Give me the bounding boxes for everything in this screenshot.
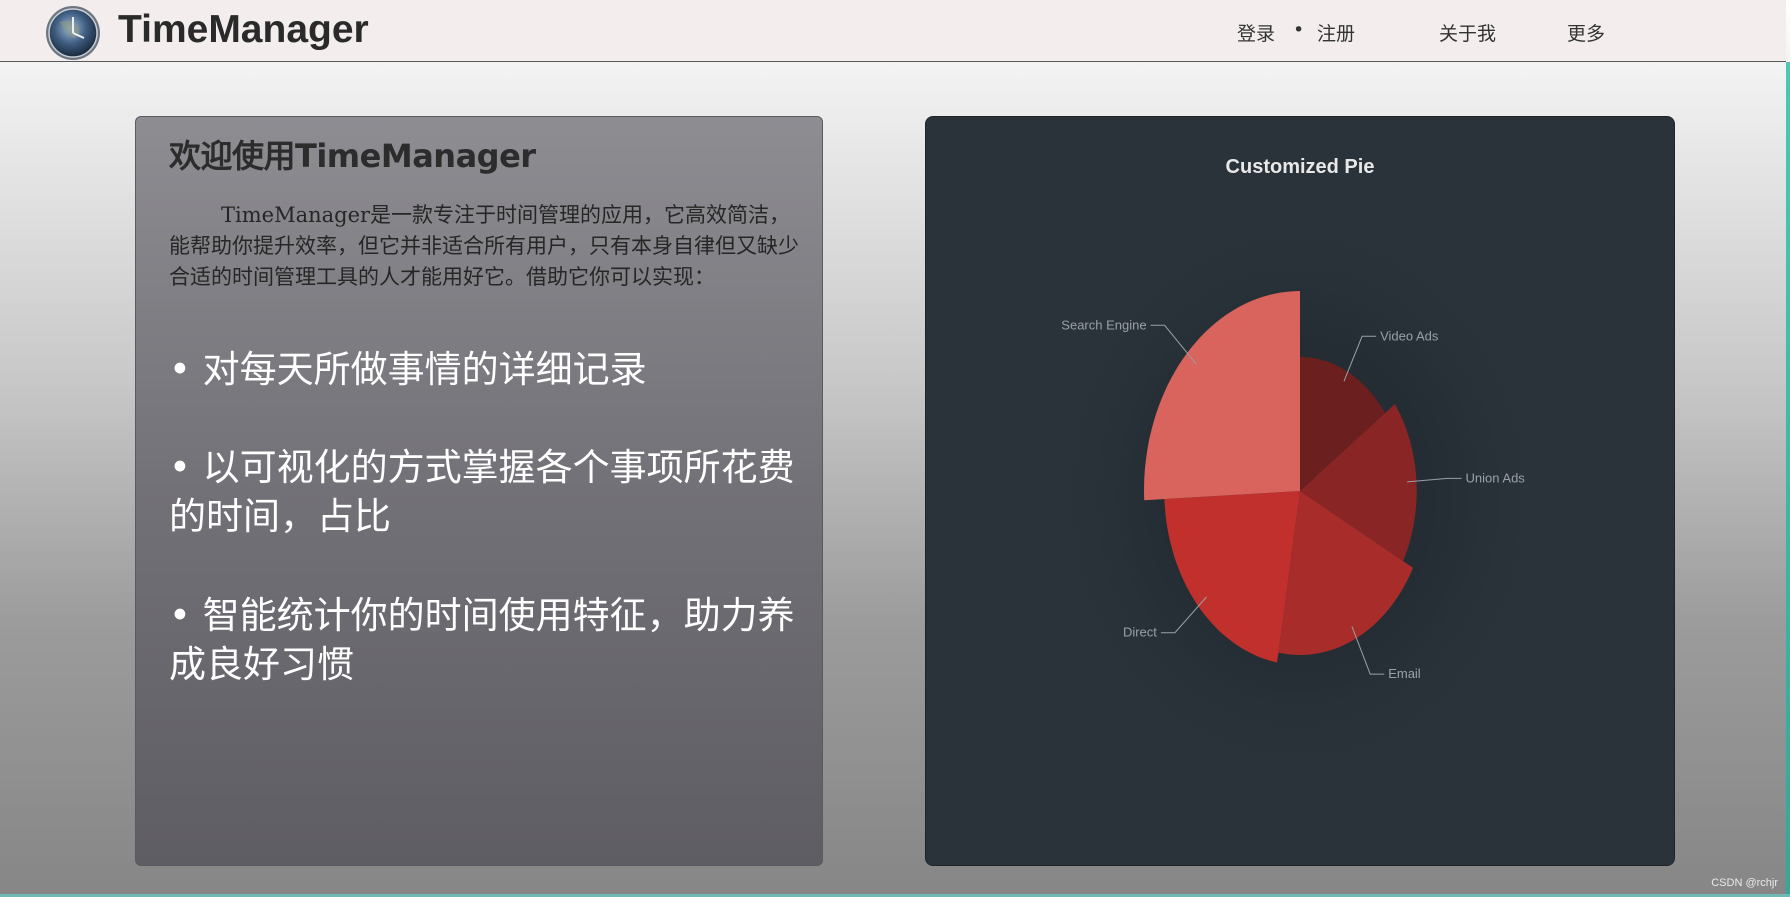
feature-item-statistics: • 智能统计你的时间使用特征，助力养成良好习惯	[169, 594, 795, 686]
label-search-engine: Search Engine	[1061, 317, 1146, 332]
chart-title: Customized Pie	[1226, 156, 1375, 178]
label-direct: Direct	[1123, 625, 1157, 640]
right-edge-bar	[1786, 62, 1790, 897]
feature-item-record: • 对每天所做事情的详细记录	[169, 348, 647, 391]
label-video-ads: Video Ads	[1380, 328, 1439, 343]
watermark: CSDN @rchjr	[1711, 877, 1778, 889]
feature-item-visualize: • 以可视化的方式掌握各个事项所花费的时间，占比	[169, 446, 795, 538]
label-union-ads: Union Ads	[1466, 470, 1526, 485]
chart-panel: Customized Pie Video Ads Union Ads Email Di…	[925, 116, 1675, 866]
brand-title[interactable]: TimeManager	[118, 8, 369, 52]
about-link[interactable]: 关于我	[1439, 19, 1496, 46]
pie-chart: Customized Pie Video Ads Union Ads Email Di…	[1038, 156, 1558, 797]
intro-panel: 欢迎使用TimeManager TimeManager是一款专注于时间管理的应用…	[135, 116, 823, 866]
intro-description: TimeManager是一款专注于时间管理的应用，它高效简洁，能帮助你提升效率，…	[169, 203, 799, 289]
label-email: Email	[1388, 666, 1421, 681]
nav-separator: •	[1293, 19, 1305, 41]
top-navbar: TimeManager 登录 • 注册 关于我 更多	[0, 0, 1786, 62]
more-link[interactable]: 更多	[1567, 19, 1605, 46]
globe-clock-logo-icon[interactable]	[40, 4, 106, 60]
register-link[interactable]: 注册	[1317, 19, 1355, 46]
intro-title: 欢迎使用TimeManager	[169, 137, 536, 175]
login-link[interactable]: 登录	[1237, 19, 1275, 46]
